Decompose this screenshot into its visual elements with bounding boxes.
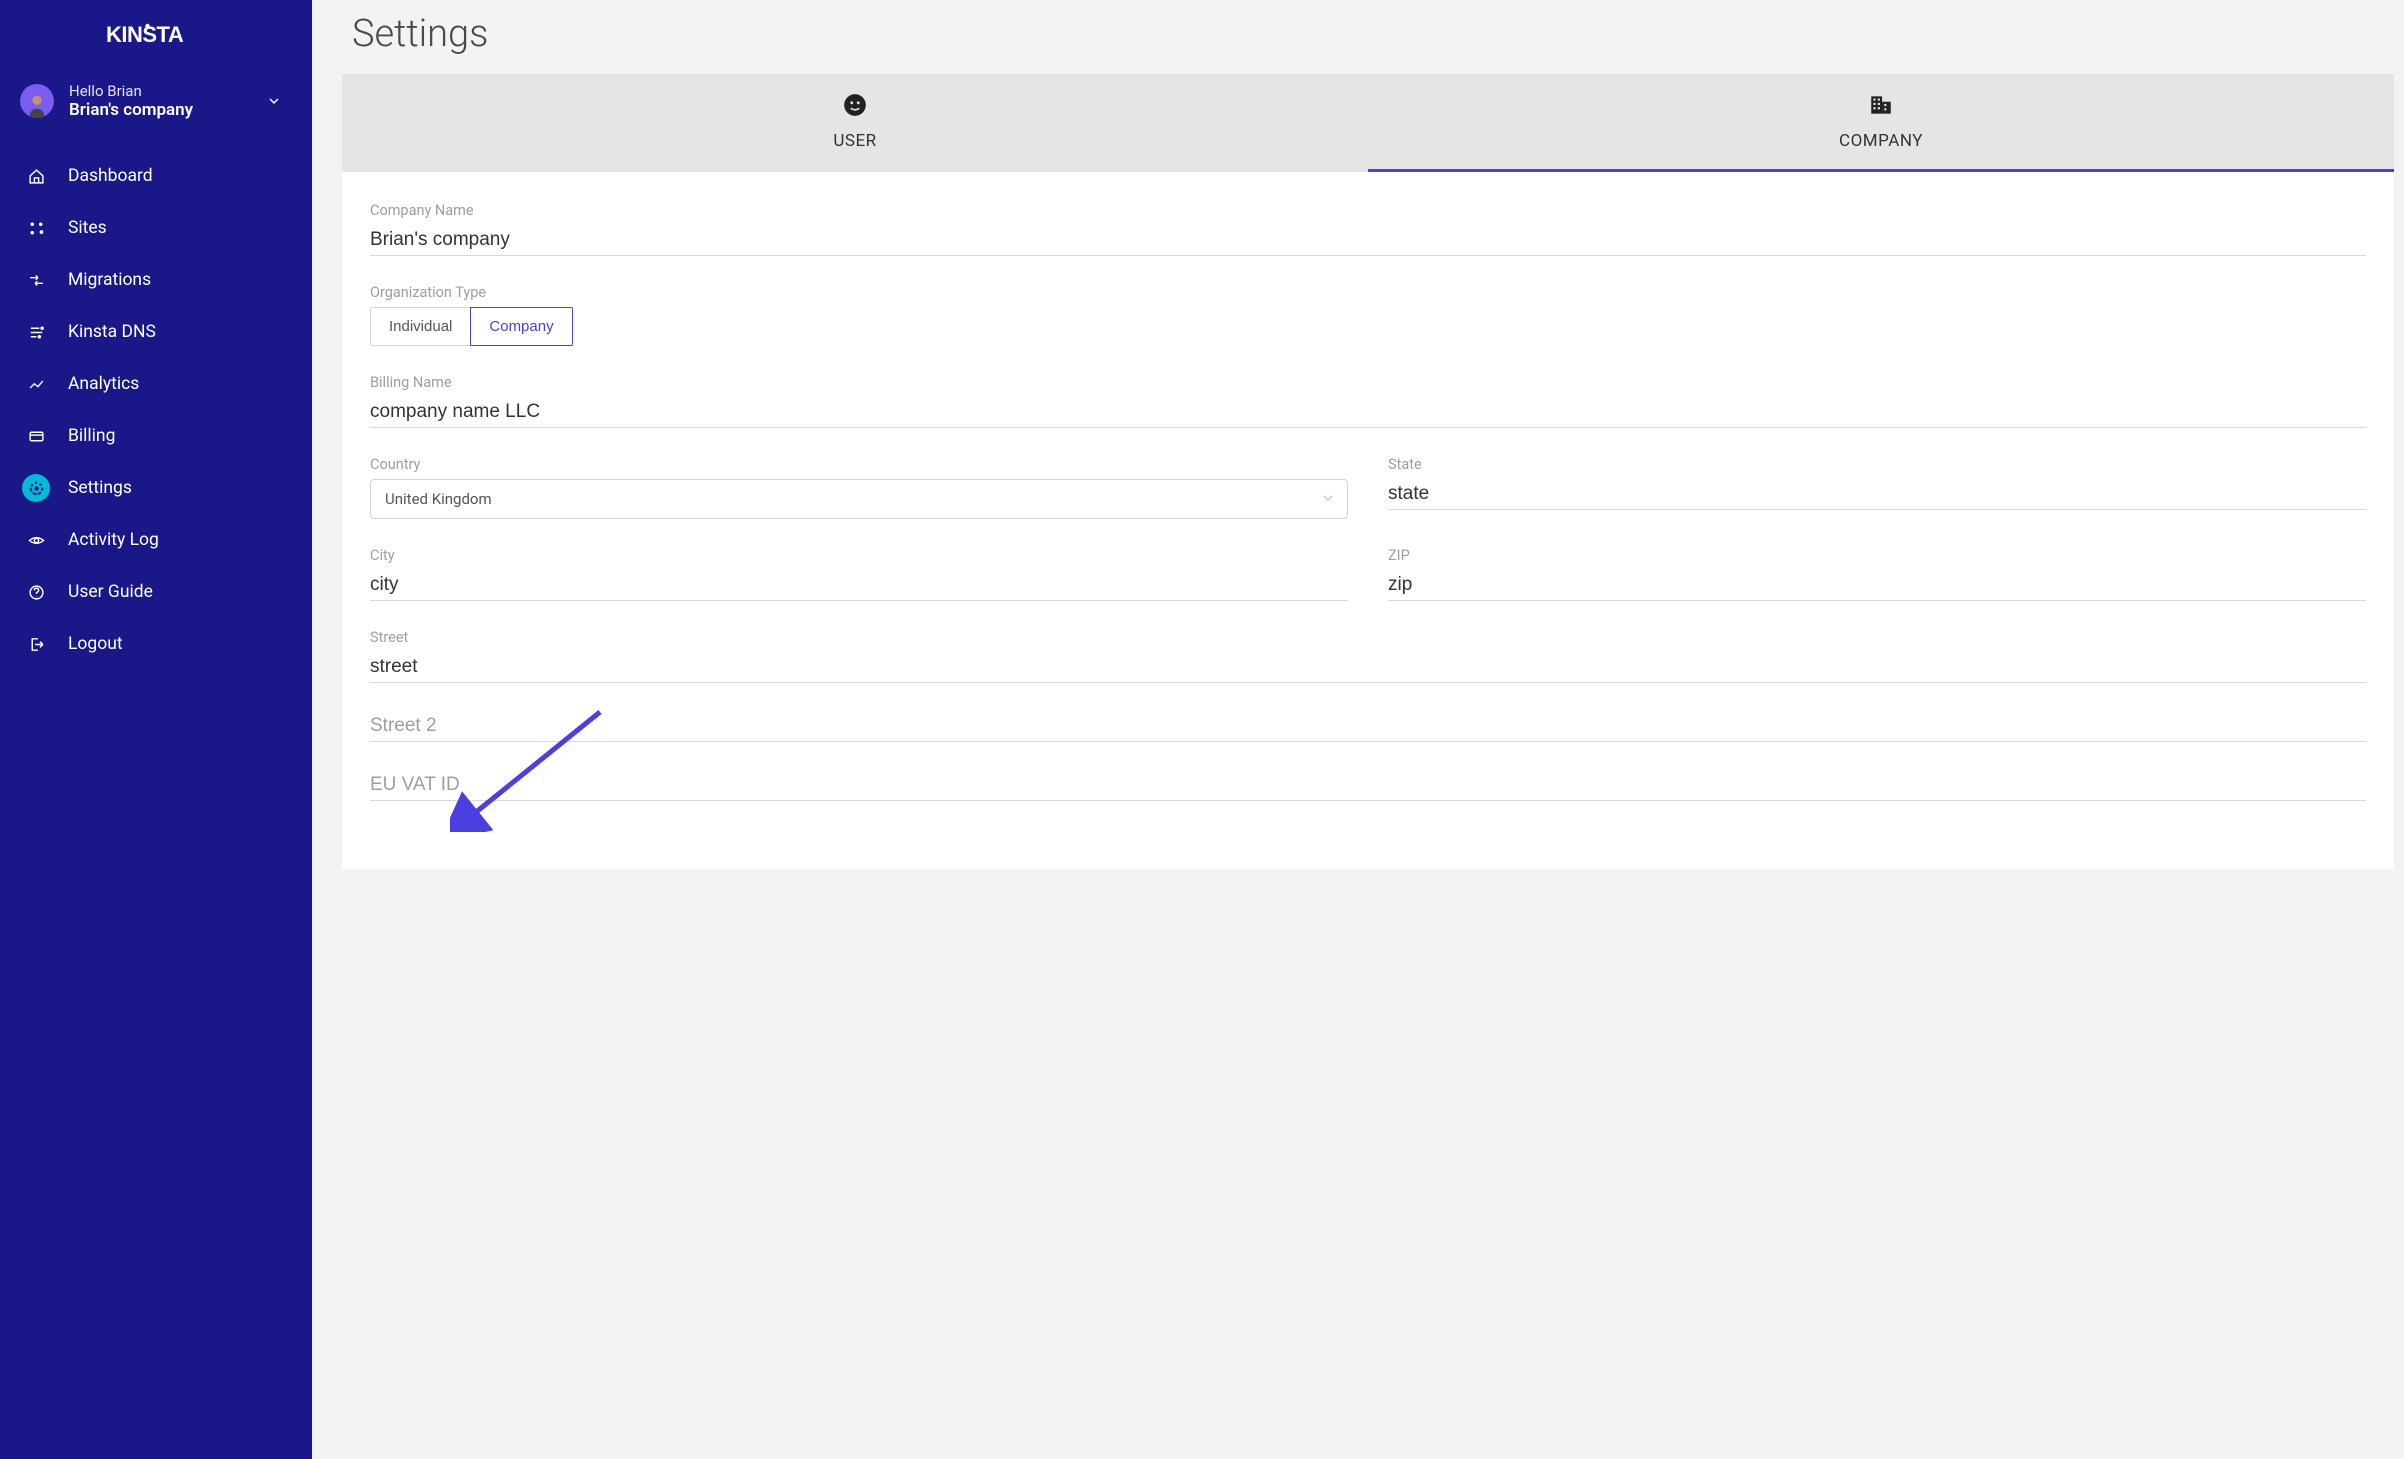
company-name-label: Company Name — [370, 202, 2366, 219]
settings-tabs: USER COMPANY — [342, 74, 2394, 172]
street-label: Street — [370, 629, 2366, 646]
nav-analytics[interactable]: Analytics — [0, 358, 312, 410]
city-input[interactable] — [370, 570, 1348, 601]
org-type-label: Organization Type — [370, 284, 2366, 301]
nav-label: Kinsta DNS — [68, 322, 156, 342]
user-info: Hello Brian Brian's company — [69, 82, 256, 120]
nav-activity-log[interactable]: Activity Log — [0, 514, 312, 566]
zip-label: ZIP — [1388, 547, 2366, 564]
billing-name-input[interactable] — [370, 397, 2366, 428]
org-type-company[interactable]: Company — [470, 307, 572, 346]
dns-icon — [22, 318, 50, 346]
user-icon — [342, 92, 1368, 123]
street-input[interactable] — [370, 652, 2366, 683]
nav-settings[interactable]: Settings — [0, 462, 312, 514]
nav-label: Billing — [68, 426, 115, 446]
tab-company[interactable]: COMPANY — [1368, 74, 2394, 172]
sidebar: KINSTA Hello Brian Brian's company Dashb… — [0, 0, 312, 1459]
company-name-input[interactable] — [370, 225, 2366, 256]
org-type-toggle: Individual Company — [370, 307, 2366, 346]
billing-name-label: Billing Name — [370, 374, 2366, 391]
vat-input[interactable] — [370, 770, 2366, 801]
company-icon — [1368, 92, 2394, 123]
analytics-icon — [22, 370, 50, 398]
nav-label: User Guide — [68, 582, 153, 602]
settings-card: USER COMPANY Company Name Organization T… — [342, 74, 2394, 869]
nav-billing[interactable]: Billing — [0, 410, 312, 462]
home-icon — [22, 162, 50, 190]
greeting: Hello Brian — [69, 82, 256, 100]
svg-text:KINSTA: KINSTA — [106, 22, 184, 47]
country-value: United Kingdom — [385, 490, 492, 508]
tab-label: COMPANY — [1839, 131, 1923, 151]
nav-migrations[interactable]: Migrations — [0, 254, 312, 306]
nav-dns[interactable]: Kinsta DNS — [0, 306, 312, 358]
country-label: Country — [370, 456, 1348, 473]
org-type-individual[interactable]: Individual — [370, 307, 471, 346]
nav-label: Dashboard — [68, 166, 153, 186]
page-title: Settings — [312, 0, 2404, 74]
state-input[interactable] — [1388, 479, 2366, 510]
nav-sites[interactable]: Sites — [0, 202, 312, 254]
street2-input[interactable] — [370, 711, 2366, 742]
nav-logout[interactable]: Logout — [0, 618, 312, 670]
nav-label: Analytics — [68, 374, 139, 394]
nav-label: Logout — [68, 634, 123, 654]
user-company-switcher[interactable]: Hello Brian Brian's company — [0, 82, 312, 150]
nav-user-guide[interactable]: User Guide — [0, 566, 312, 618]
chevron-down-icon — [256, 92, 292, 111]
nav-label: Sites — [68, 218, 107, 238]
eye-icon — [22, 526, 50, 554]
billing-icon — [22, 422, 50, 450]
tab-label: USER — [833, 131, 876, 151]
chevron-down-icon — [1323, 492, 1333, 506]
nav-dashboard[interactable]: Dashboard — [0, 150, 312, 202]
company-form: Company Name Organization Type Individua… — [342, 202, 2394, 801]
migrations-icon — [22, 266, 50, 294]
tab-user[interactable]: USER — [342, 74, 1368, 172]
help-icon — [22, 578, 50, 606]
kinsta-logo: KINSTA — [0, 14, 312, 82]
zip-input[interactable] — [1388, 570, 2366, 601]
sites-icon — [22, 214, 50, 242]
country-select[interactable]: United Kingdom — [370, 479, 1348, 519]
gear-icon — [22, 474, 50, 502]
nav-label: Settings — [68, 478, 132, 498]
city-label: City — [370, 547, 1348, 564]
nav-label: Migrations — [68, 270, 151, 290]
current-company: Brian's company — [69, 100, 256, 120]
main-content: Settings USER COMPANY Company Name — [312, 0, 2404, 1459]
state-label: State — [1388, 456, 2366, 473]
avatar — [20, 84, 54, 118]
nav-label: Activity Log — [68, 530, 159, 550]
logout-icon — [22, 630, 50, 658]
